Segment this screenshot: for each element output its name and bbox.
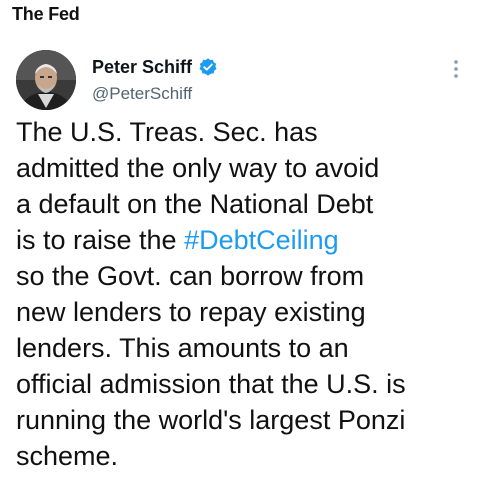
display-name[interactable]: Peter Schiff [92, 57, 192, 78]
tweet-line: scheme. [16, 441, 119, 471]
avatar[interactable] [16, 50, 76, 110]
topic-header[interactable]: The Fed [12, 4, 80, 25]
tweet: Peter Schiff @PeterSchiff [0, 42, 482, 114]
handle[interactable]: @PeterSchiff [92, 84, 218, 104]
tweet-text: The U.S. Treas. Sec. has admitted the on… [16, 114, 476, 474]
tweet-line: The U.S. Treas. Sec. has [16, 117, 318, 147]
tweet-line: lenders. This amounts to an [16, 333, 349, 363]
hashtag-link[interactable]: #DebtCeiling [184, 225, 339, 255]
author-names: Peter Schiff @PeterSchiff [92, 56, 218, 104]
avatar-portrait-icon [16, 50, 76, 110]
tweet-line: official admission that the U.S. is [16, 369, 406, 399]
verified-badge-icon [198, 57, 218, 77]
tweet-line: new lenders to repay existing [16, 297, 366, 327]
display-name-row: Peter Schiff [92, 56, 218, 78]
tweet-line-text: is to raise the [16, 225, 185, 255]
tweet-line: a default on the National Debt [16, 189, 374, 219]
author-row: Peter Schiff @PeterSchiff [0, 42, 482, 114]
tweet-line: so the Govt. can borrow from [16, 261, 365, 291]
tweet-line-with-hashtag: is to raise the #DebtCeiling [16, 222, 476, 258]
tweet-line: admitted the only way to avoid [16, 153, 380, 183]
more-vertical-icon[interactable] [446, 56, 466, 82]
tweet-line: running the world's largest Ponzi [16, 405, 406, 435]
